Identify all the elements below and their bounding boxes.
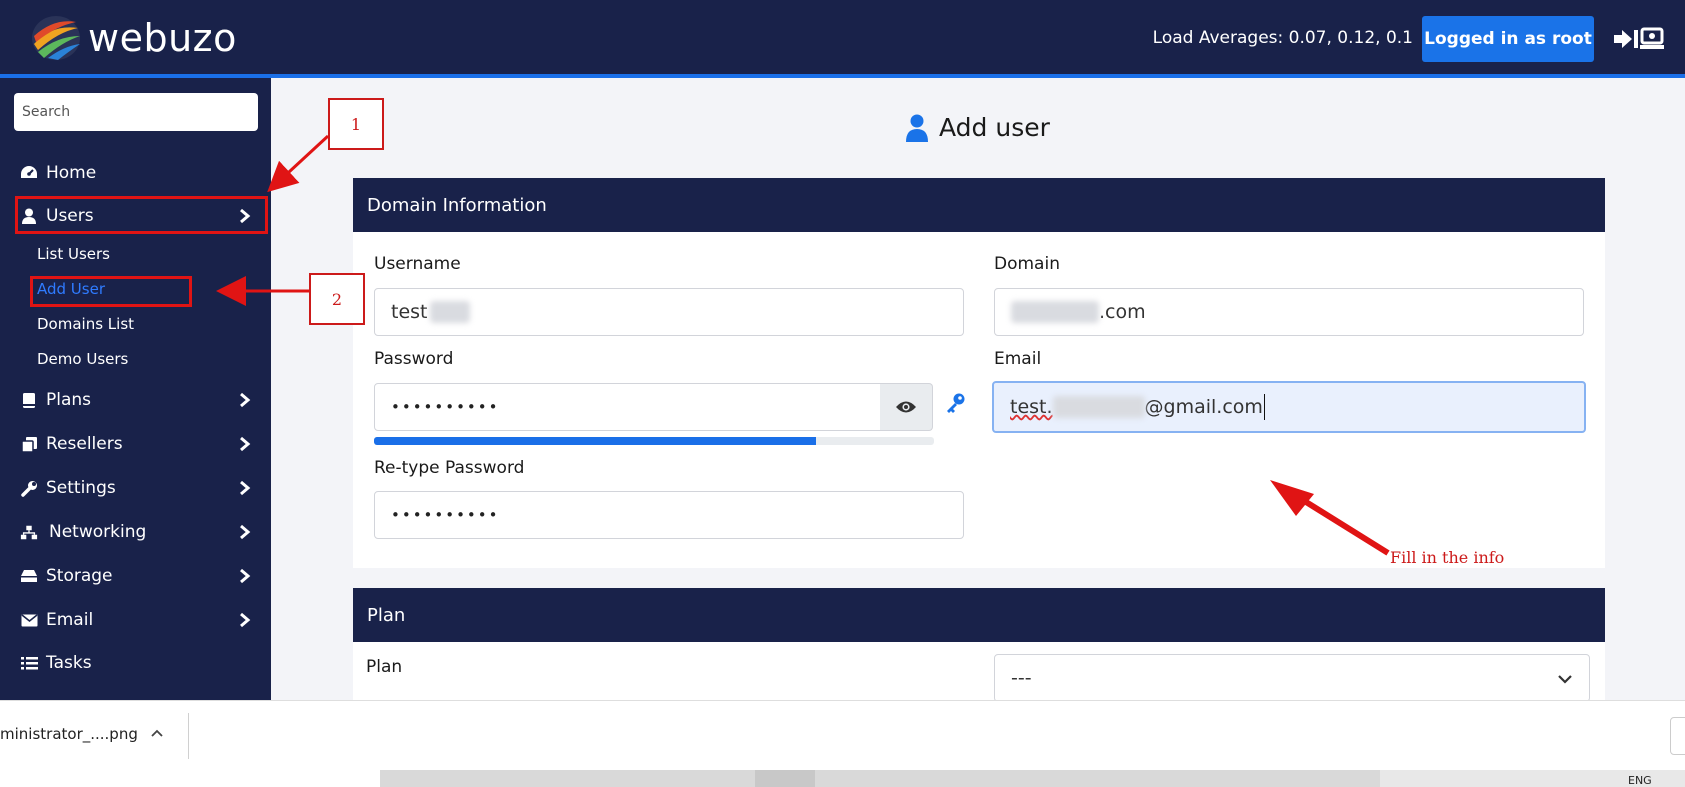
chevron-right-icon [240,612,251,628]
retype-password-label: Re-type Password [374,458,525,478]
app-window: webuzo Load Averages: 0.07, 0.12, 0.1 Lo… [0,0,1685,787]
sidebar-subitem-domains-list[interactable]: Domains List [37,315,134,333]
logout-icon[interactable] [1612,26,1664,52]
annotation-step-1: 1 [328,98,384,150]
webuzo-logo-icon [32,16,80,60]
retype-password-field[interactable]: •••••••••• [374,491,964,539]
search-input[interactable] [14,93,258,131]
redacted-text [1052,396,1145,418]
plan-select[interactable]: --- [994,654,1590,702]
domain-field[interactable]: .com [994,288,1584,336]
taskbar-left [0,770,380,787]
language-indicator[interactable]: ENG [1628,774,1652,787]
sidebar-item-email[interactable]: Email [0,602,271,638]
password-strength-bar [374,437,934,445]
user-icon [906,114,928,142]
chevron-right-icon [240,208,251,224]
sidebar-item-label: Users [46,206,94,226]
sidebar-item-label: Email [46,610,94,630]
sidebar-item-storage[interactable]: Storage [0,558,271,594]
redacted-text [1011,301,1099,323]
chevron-right-icon [240,524,251,540]
sidebar-item-plans[interactable]: Plans [0,382,271,418]
sidebar-item-settings[interactable]: Settings [0,470,271,506]
logo[interactable]: webuzo [28,14,237,62]
dashboard-icon [20,164,38,182]
redacted-text [429,301,470,323]
sidebar-item-home[interactable]: Home [0,155,271,191]
chevron-right-icon [240,392,251,408]
taskbar-active-app[interactable] [755,770,815,787]
wrench-icon [20,479,38,497]
chevron-down-icon [1558,675,1572,684]
os-taskbar: ENG [0,770,1685,787]
generate-password-key-icon[interactable] [944,392,966,414]
envelope-icon [20,611,38,629]
username-label: Username [374,254,461,274]
password-value: •••••••••• [391,398,500,416]
brand-name: webuzo [88,16,237,60]
sidebar-subitem-demo-users[interactable]: Demo Users [37,350,128,368]
email-suffix: @gmail.com [1144,396,1263,418]
domain-label: Domain [994,254,1060,274]
chevron-right-icon [240,568,251,584]
chevron-up-icon[interactable] [150,727,164,739]
top-bar: webuzo Load Averages: 0.07, 0.12, 0.1 Lo… [0,0,1685,78]
page-title-text: Add user [939,113,1050,142]
copy-icon [20,435,38,453]
sidebar-item-label: Tasks [46,653,92,673]
hdd-icon [20,567,38,585]
sidebar-item-label: Resellers [46,434,123,454]
annotation-highlight-box [30,276,192,307]
text-cursor [1263,394,1265,420]
load-averages: Load Averages: 0.07, 0.12, 0.1 [1152,28,1413,48]
sidebar-item-tasks[interactable]: Tasks [0,645,271,681]
email-prefix: test. [1010,396,1053,418]
sidebar-item-networking[interactable]: Networking [0,514,271,550]
list-icon [20,654,38,672]
sidebar-item-resellers[interactable]: Resellers [0,426,271,462]
book-icon [20,391,38,409]
plan-select-value: --- [1011,667,1032,689]
divider [188,713,189,759]
annotation-note: Fill in the info [1390,548,1505,567]
arrow-to-users [267,134,330,193]
page-title: Add user [905,113,1050,142]
download-bar: ministrator_....png [0,700,1685,770]
taskbar-apps [380,770,1380,787]
password-label: Password [374,349,454,369]
sidebar-item-label: Networking [49,522,147,542]
annotation-step-2: 2 [309,273,365,325]
sidebar-item-label: Plans [46,390,92,410]
chevron-right-icon [240,436,251,452]
password-field[interactable]: •••••••••• [374,383,881,431]
show-all-button[interactable] [1670,717,1685,755]
eye-icon [896,401,916,413]
username-field[interactable]: test [374,288,964,336]
logged-in-button[interactable]: Logged in as root [1422,16,1594,62]
show-password-button[interactable] [880,383,933,431]
password-strength-fill [374,437,817,445]
chevron-right-icon [240,480,251,496]
domain-value: .com [1099,301,1146,323]
sidebar-item-users[interactable]: Users [0,196,271,234]
email-field[interactable]: test. @gmail.com [992,381,1586,433]
user-icon [20,207,38,225]
download-filename[interactable]: ministrator_....png [0,725,138,743]
plan-header: Plan [353,588,1605,642]
network-icon [20,523,38,541]
sidebar-item-label: Storage [46,566,113,586]
sidebar-subitem-list-users[interactable]: List Users [37,245,110,263]
username-value: test [391,301,428,323]
sidebar-item-label: Home [46,163,97,183]
plan-label: Plan [366,657,403,677]
sidebar-item-label: Settings [46,478,116,498]
email-label: Email [994,349,1042,369]
retype-password-value: •••••••••• [391,506,500,524]
domain-info-header: Domain Information [353,178,1605,232]
